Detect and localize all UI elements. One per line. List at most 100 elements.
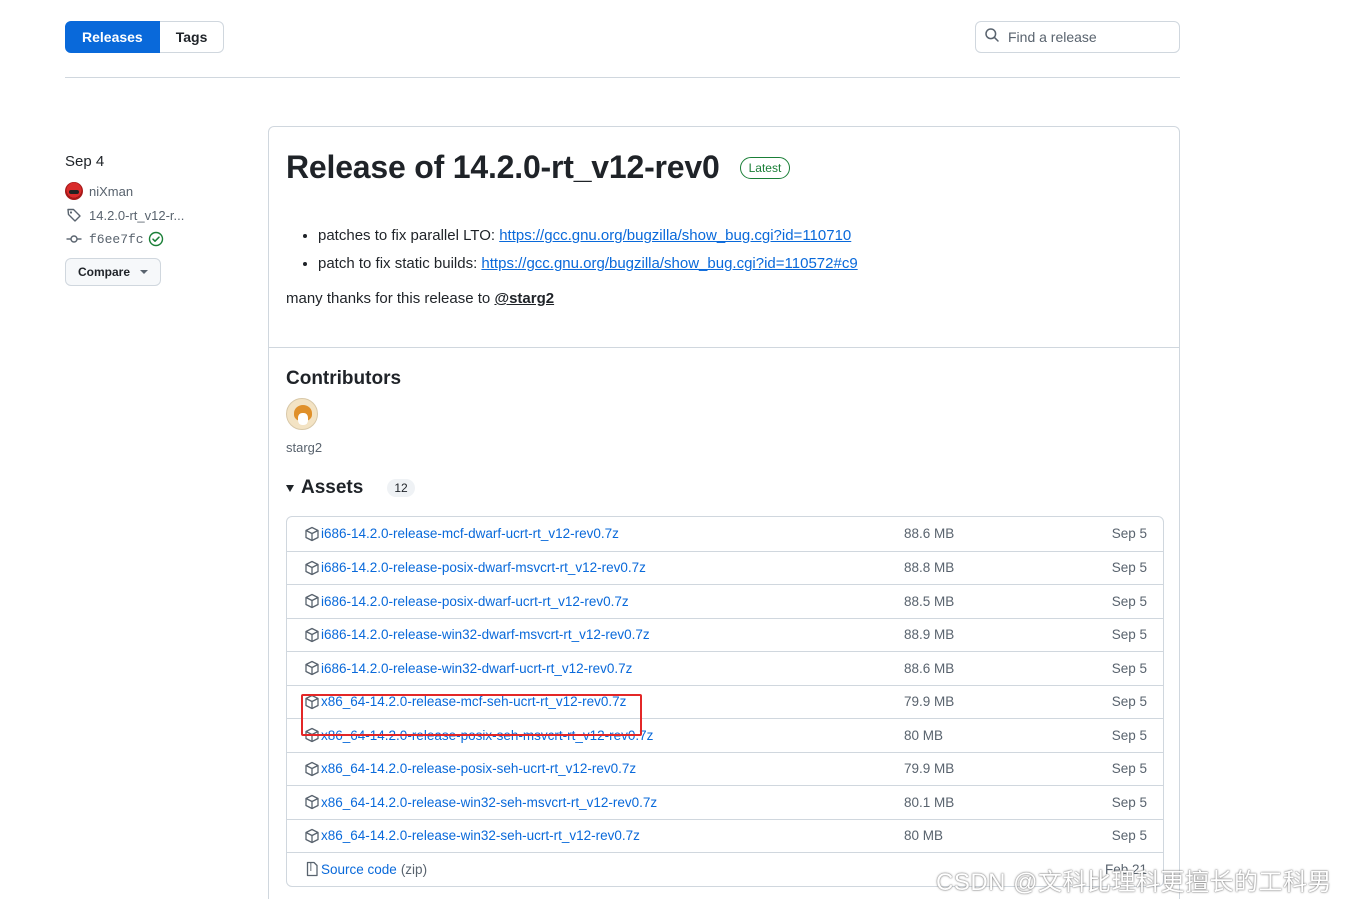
note-item: patch to fix static builds: https://gcc.…	[318, 250, 1163, 278]
asset-link[interactable]: x86_64-14.2.0-release-posix-seh-ucrt-rt_…	[304, 761, 904, 777]
author-row[interactable]: niXman	[65, 180, 255, 202]
asset-size: 88.6 MB	[904, 660, 955, 676]
tag-icon	[65, 207, 83, 223]
note-text: patch to fix static builds:	[318, 255, 482, 272]
tag-row[interactable]: 14.2.0-rt_v12-r...	[65, 204, 255, 226]
asset-name: x86_64-14.2.0-release-mcf-seh-ucrt-rt_v1…	[321, 694, 627, 710]
release-meta: Sep 4 niXman 14.2.0-rt_v12-r... f6ee7fc …	[65, 150, 255, 286]
asset-size: 80.1 MB	[904, 794, 955, 810]
releases-tags-nav: Releases Tags	[65, 21, 225, 53]
asset-row: i686-14.2.0-release-win32-dwarf-ucrt-rt_…	[287, 651, 1163, 685]
asset-row: x86_64-14.2.0-release-mcf-seh-ucrt-rt_v1…	[287, 684, 1163, 719]
asset-date: Sep 5	[1111, 828, 1147, 844]
release-card: Release of 14.2.0-rt_v12-rev0 Latest pat…	[268, 126, 1180, 899]
latest-badge: Latest	[739, 156, 791, 179]
asset-date: Sep 5	[1111, 794, 1147, 810]
asset-link[interactable]: i686-14.2.0-release-win32-dwarf-msvcrt-r…	[304, 627, 904, 643]
asset-size: 79.9 MB	[904, 694, 955, 710]
package-icon	[304, 794, 321, 810]
package-icon	[304, 560, 321, 576]
package-icon	[304, 593, 321, 609]
author-avatar	[65, 182, 83, 200]
contributors-heading: Contributors	[286, 368, 402, 389]
assets-heading: Assets	[301, 477, 364, 498]
asset-size: 88.5 MB	[904, 593, 955, 609]
package-icon	[304, 660, 321, 676]
asset-link[interactable]: Source code (zip)	[304, 861, 904, 877]
asset-size: 88.8 MB	[904, 560, 955, 576]
asset-row: x86_64-14.2.0-release-posix-seh-ucrt-rt_…	[287, 751, 1163, 786]
assets-toggle[interactable]: Assets 12	[286, 477, 1163, 499]
user-mention-link[interactable]: @starg2	[494, 290, 554, 307]
asset-link[interactable]: x86_64-14.2.0-release-mcf-seh-ucrt-rt_v1…	[304, 694, 904, 710]
asset-name: i686-14.2.0-release-win32-dwarf-msvcrt-r…	[321, 627, 650, 643]
asset-date: Sep 5	[1111, 526, 1147, 542]
asset-name: i686-14.2.0-release-win32-dwarf-ucrt-rt_…	[321, 660, 633, 676]
release-date: Sep 4	[65, 153, 105, 170]
verified-check-icon	[148, 231, 164, 247]
assets-list: i686-14.2.0-release-mcf-dwarf-ucrt-rt_v1…	[286, 516, 1164, 887]
chevron-down-icon	[140, 270, 149, 274]
assets-count-badge: 12	[387, 479, 415, 497]
tags-tab[interactable]: Tags	[159, 21, 225, 53]
asset-name: i686-14.2.0-release-posix-dwarf-msvcrt-r…	[321, 560, 646, 576]
asset-format: (zip)	[400, 861, 428, 877]
release-title[interactable]: Release of 14.2.0-rt_v12-rev0	[286, 149, 720, 186]
asset-row: x86_64-14.2.0-release-win32-seh-msvcrt-r…	[287, 785, 1163, 819]
watermark: CSDN @文科比理科更擅长的工科男	[936, 869, 1333, 896]
package-icon	[304, 627, 321, 643]
asset-link[interactable]: x86_64-14.2.0-release-win32-seh-ucrt-rt_…	[304, 828, 904, 844]
asset-link[interactable]: i686-14.2.0-release-posix-dwarf-msvcrt-r…	[304, 560, 904, 576]
asset-link[interactable]: i686-14.2.0-release-mcf-dwarf-ucrt-rt_v1…	[304, 526, 904, 542]
asset-name: i686-14.2.0-release-mcf-dwarf-ucrt-rt_v1…	[321, 526, 619, 542]
asset-link[interactable]: x86_64-14.2.0-release-win32-seh-msvcrt-r…	[304, 794, 904, 810]
author-name[interactable]: niXman	[89, 184, 133, 199]
asset-name: x86_64-14.2.0-release-win32-seh-msvcrt-r…	[321, 794, 658, 810]
asset-size: 88.6 MB	[904, 526, 955, 542]
bugzilla-link[interactable]: https://gcc.gnu.org/bugzilla/show_bug.cg…	[481, 255, 857, 272]
asset-name: x86_64-14.2.0-release-posix-seh-ucrt-rt_…	[321, 761, 637, 777]
file-zip-icon	[304, 861, 321, 877]
asset-row: x86_64-14.2.0-release-win32-seh-ucrt-rt_…	[287, 818, 1163, 853]
asset-row: i686-14.2.0-release-posix-dwarf-ucrt-rt_…	[287, 584, 1163, 618]
bugzilla-link[interactable]: https://gcc.gnu.org/bugzilla/show_bug.cg…	[499, 227, 851, 244]
compare-button[interactable]: Compare	[65, 258, 162, 286]
package-icon	[304, 526, 321, 542]
tag-name[interactable]: 14.2.0-rt_v12-r...	[89, 208, 184, 223]
contributor-name: starg2	[286, 440, 323, 455]
asset-row: x86_64-14.2.0-release-posix-seh-msvcrt-r…	[287, 718, 1163, 752]
release-notes: patches to fix parallel LTO: https://gcc…	[286, 222, 1163, 278]
asset-name: Source code	[321, 861, 397, 877]
release-body: Contributors starg2 Assets 12 i686-14.2.…	[269, 348, 1179, 887]
asset-row: i686-14.2.0-release-win32-dwarf-msvcrt-r…	[287, 617, 1163, 652]
commit-icon	[65, 231, 83, 247]
releases-tab[interactable]: Releases	[65, 21, 160, 53]
asset-date: Sep 5	[1111, 660, 1147, 676]
package-icon	[304, 761, 321, 777]
asset-row: i686-14.2.0-release-mcf-dwarf-ucrt-rt_v1…	[287, 517, 1163, 551]
asset-size: 80 MB	[904, 828, 944, 844]
asset-date: Sep 5	[1111, 761, 1147, 777]
asset-date: Sep 5	[1111, 593, 1147, 609]
note-text: patches to fix parallel LTO:	[318, 227, 500, 244]
commit-sha[interactable]: f6ee7fc	[89, 232, 144, 247]
asset-date: Sep 5	[1111, 727, 1147, 743]
asset-row: i686-14.2.0-release-posix-dwarf-msvcrt-r…	[287, 550, 1163, 585]
search-icon	[984, 27, 1000, 48]
search-input[interactable]	[1008, 29, 1168, 45]
asset-link[interactable]: x86_64-14.2.0-release-posix-seh-msvcrt-r…	[304, 727, 904, 743]
asset-link[interactable]: i686-14.2.0-release-win32-dwarf-ucrt-rt_…	[304, 660, 904, 676]
asset-size: 79.9 MB	[904, 761, 955, 777]
package-icon	[304, 828, 321, 844]
package-icon	[304, 694, 321, 710]
asset-name: x86_64-14.2.0-release-win32-seh-ucrt-rt_…	[321, 828, 640, 844]
commit-row[interactable]: f6ee7fc	[65, 228, 255, 250]
asset-date: Sep 5	[1111, 627, 1147, 643]
contributor-avatar[interactable]	[286, 398, 318, 430]
header-divider	[65, 77, 1180, 78]
asset-name: x86_64-14.2.0-release-posix-seh-msvcrt-r…	[321, 727, 654, 743]
release-header: Release of 14.2.0-rt_v12-rev0 Latest pat…	[269, 127, 1179, 348]
package-icon	[304, 727, 321, 743]
find-release-search[interactable]	[975, 21, 1180, 53]
asset-link[interactable]: i686-14.2.0-release-posix-dwarf-ucrt-rt_…	[304, 593, 904, 609]
